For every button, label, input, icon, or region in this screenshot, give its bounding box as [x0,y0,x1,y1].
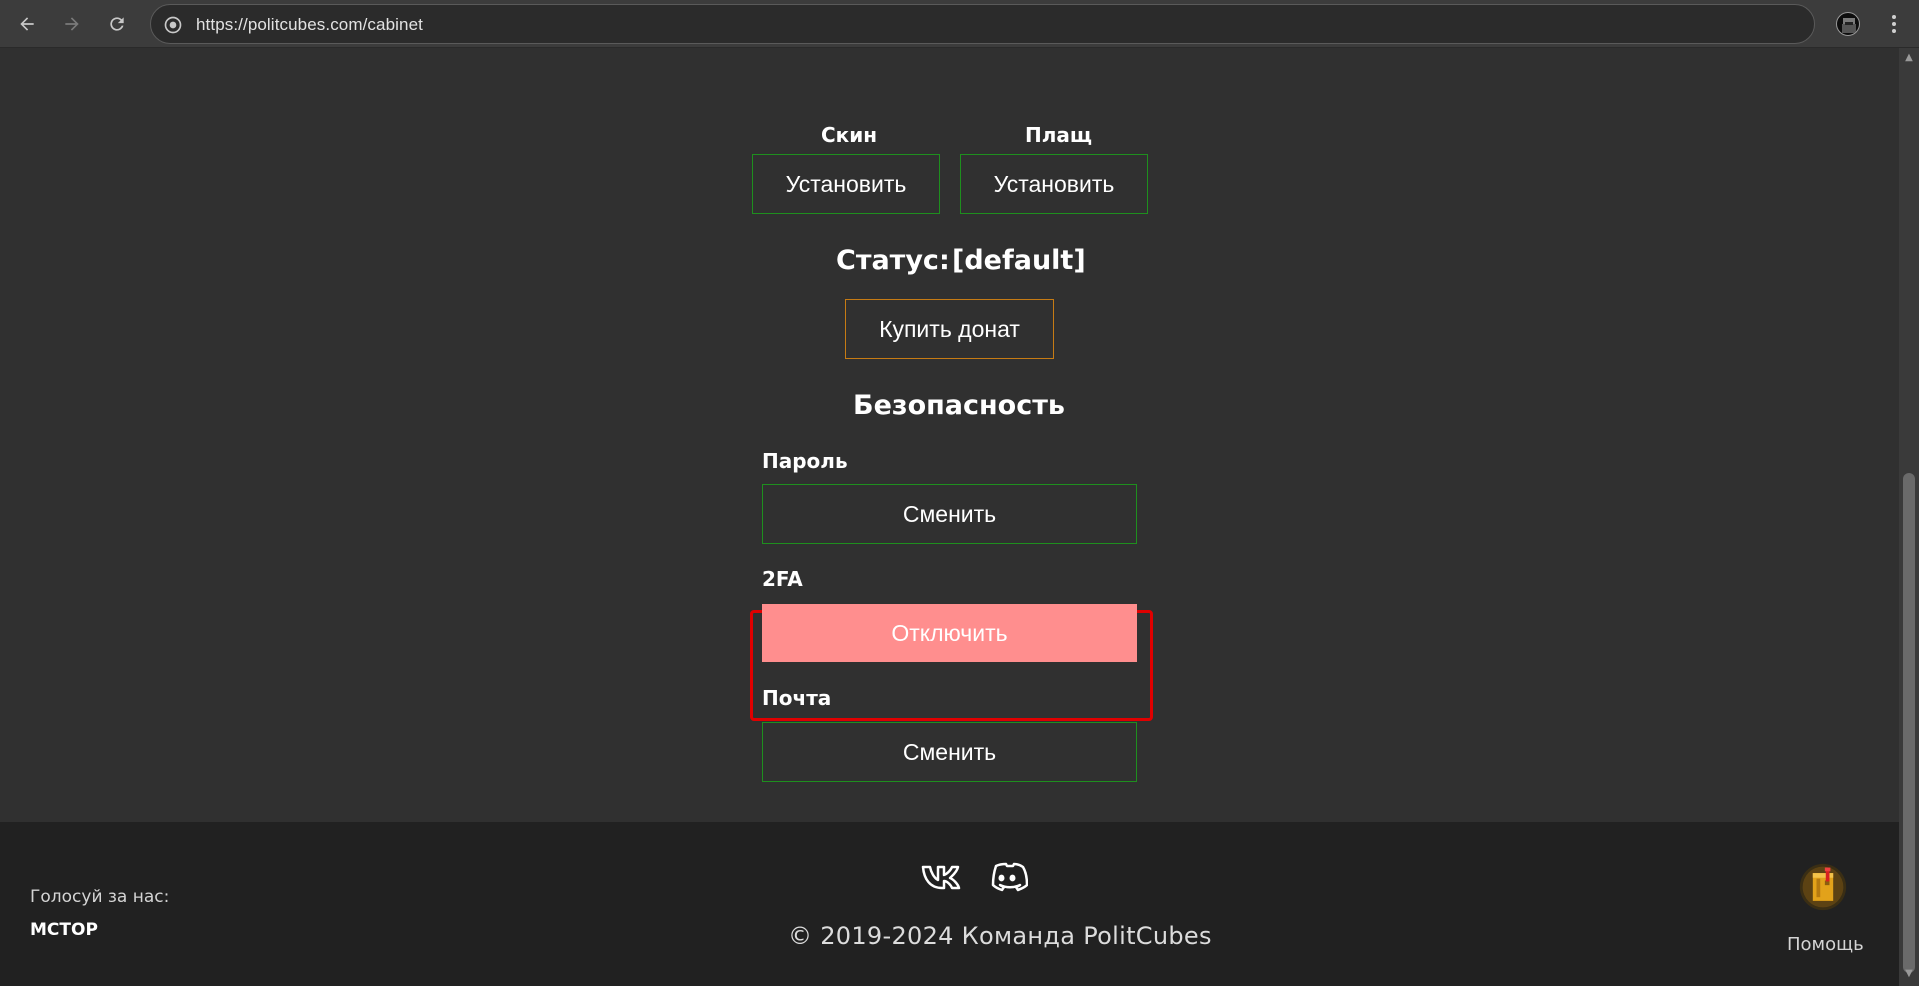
reload-button[interactable] [101,8,133,40]
skin-set-button[interactable]: Установить [752,154,940,214]
change-password-button[interactable]: Сменить [762,484,1137,544]
security-title: Безопасность [853,390,1065,421]
reload-icon [110,17,124,31]
disable-twofa-button[interactable]: Отключить [762,604,1137,662]
status-value: [default] [952,245,1086,276]
scroll-down-icon[interactable]: ▼ [1903,968,1915,980]
back-arrow-icon [20,17,34,31]
scroll-up-icon[interactable]: ▲ [1903,52,1915,64]
url-text[interactable]: https://politcubes.com/cabinet [196,15,423,35]
cloak-label: Плащ [1025,123,1092,147]
site-info-icon[interactable] [163,15,183,35]
browser-toolbar: https://politcubes.com/cabinet [0,0,1919,48]
forward-button[interactable] [56,8,88,40]
help-label[interactable]: Помощь [1787,934,1864,955]
cabinet-content: Скин Плащ Установить Установить Статус: … [0,48,1899,822]
status-label: Статус: [836,245,950,276]
cloak-set-button[interactable]: Установить [960,154,1148,214]
help-icon[interactable] [1796,862,1850,912]
scroll-thumb[interactable] [1903,473,1915,973]
buy-donate-button[interactable]: Купить донат [845,299,1054,359]
password-label: Пароль [762,449,848,473]
change-mail-button[interactable]: Сменить [762,722,1137,782]
twofa-label: 2FA [762,567,803,591]
mail-label: Почта [762,686,832,710]
copyright-text: © 2019-2024 Команда PolitCubes [788,922,1212,950]
vk-icon[interactable] [920,860,962,894]
forward-arrow-icon [65,17,79,31]
back-button[interactable] [11,8,43,40]
discord-icon[interactable] [986,860,1028,894]
mctop-link[interactable]: MCTOP [30,920,98,940]
page-scrollbar[interactable]: ▲ ▼ [1899,48,1919,986]
skin-label: Скин [821,123,878,147]
vote-label: Голосуй за нас: [30,887,170,907]
menu-icon[interactable] [1880,10,1908,38]
address-bar[interactable]: https://politcubes.com/cabinet [150,4,1815,44]
profile-icon[interactable] [1836,12,1860,36]
footer: Голосуй за нас: MCTOP © 2019-2024 Команд… [0,822,1899,986]
